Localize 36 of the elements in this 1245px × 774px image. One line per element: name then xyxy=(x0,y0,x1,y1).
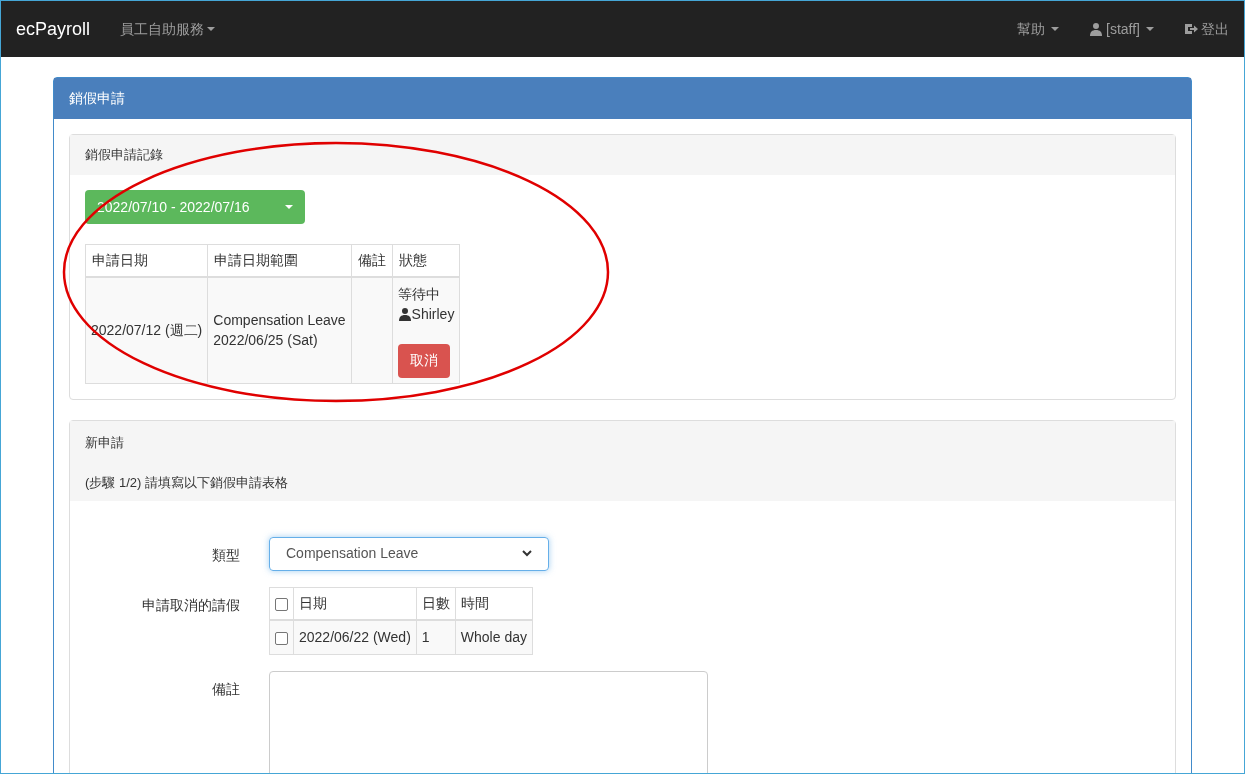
caret-icon xyxy=(1146,27,1154,31)
table-cell: 2022/06/22 (Wed) xyxy=(293,620,417,654)
remark-field[interactable] xyxy=(269,670,708,773)
step-instruction: (步驟 1/2) 請填寫以下銷假申請表格 xyxy=(85,473,289,489)
checkbox[interactable] xyxy=(275,597,288,611)
field-label: 申請取消的請假 xyxy=(141,595,240,615)
field-label: 類型 xyxy=(211,545,240,565)
caret-icon xyxy=(285,205,293,209)
cancel-button[interactable]: 取消 xyxy=(397,343,450,378)
panel-title: 銷假申請 xyxy=(54,78,1191,119)
table-cell: Compensation Leave 2022/06/25 (Sat) xyxy=(207,276,352,383)
column-header: 狀態 xyxy=(392,244,460,277)
field-label: 備註 xyxy=(211,679,240,699)
type-select[interactable]: Compensation Leave xyxy=(269,536,549,571)
nav-menu[interactable]: 幫助 xyxy=(1017,18,1059,40)
caret-icon xyxy=(207,27,216,31)
checkbox[interactable] xyxy=(275,631,288,645)
logout-icon xyxy=(1184,22,1198,36)
approver-name: Shirley xyxy=(411,304,455,324)
status-text: 等待中 xyxy=(397,284,441,304)
section-title: 新申請 xyxy=(85,433,125,449)
table-cell: 1 xyxy=(416,620,456,654)
user-icon xyxy=(397,306,412,321)
user-menu[interactable]: [staff] xyxy=(1089,18,1154,40)
column-header: 申請日期 xyxy=(85,244,208,277)
brand-link[interactable]: ecPayroll xyxy=(16,15,91,43)
table-cell: 2022/07/12 (週二) xyxy=(85,276,208,383)
chevron-down-icon xyxy=(522,550,532,557)
column-header: 備註 xyxy=(351,244,393,277)
nav-menu[interactable]: 員工自助服務 xyxy=(120,18,216,40)
section-title: 銷假申請記錄 xyxy=(70,135,1175,175)
caret-icon xyxy=(1051,27,1059,31)
logout-link[interactable]: 登出 xyxy=(1184,18,1229,40)
column-header: 申請日期範圍 xyxy=(207,244,352,277)
table-cell: Whole day xyxy=(455,620,533,654)
user-icon xyxy=(1089,22,1103,36)
